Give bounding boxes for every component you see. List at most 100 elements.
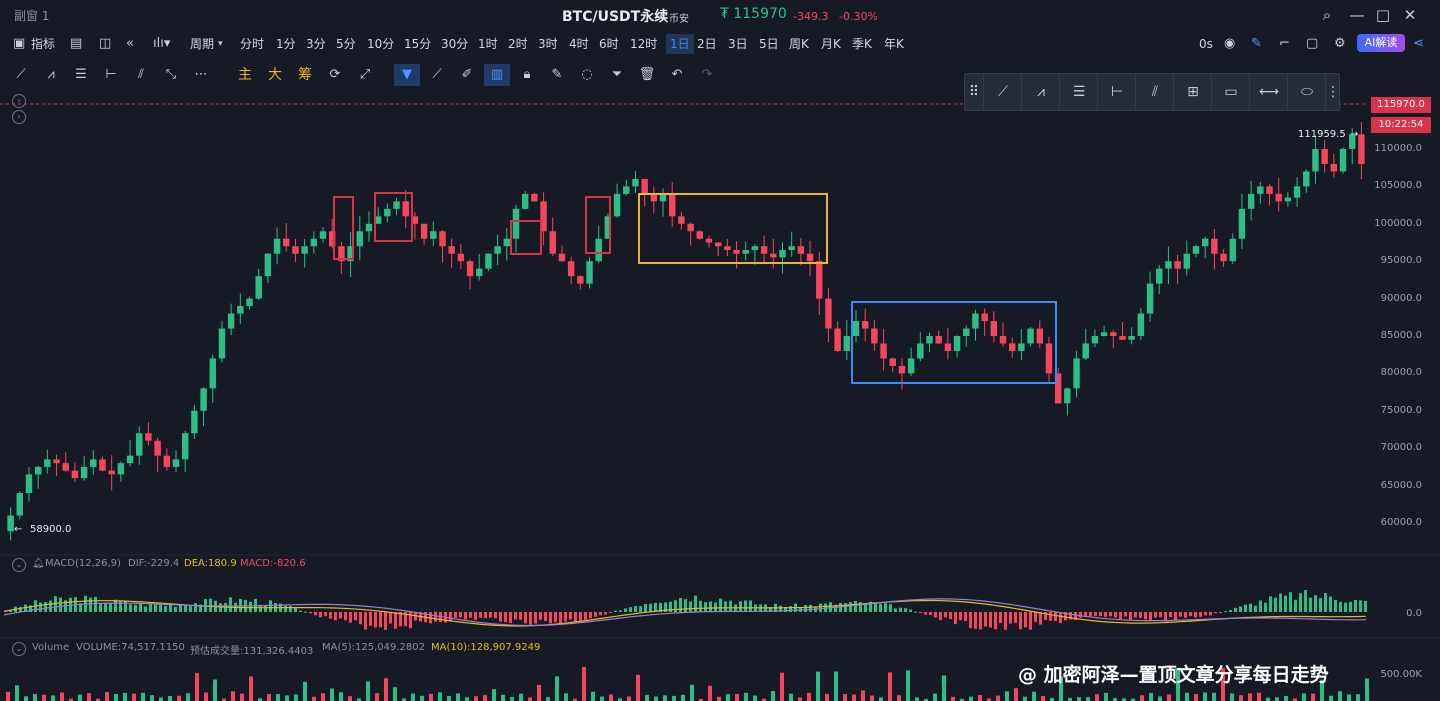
candle-body[interactable] bbox=[25, 474, 33, 494]
candle-body[interactable] bbox=[567, 261, 575, 277]
candle-body[interactable] bbox=[714, 242, 722, 247]
candle-body[interactable] bbox=[1156, 268, 1163, 284]
chevron-right-icon[interactable]: › bbox=[12, 110, 26, 124]
candle-body[interactable] bbox=[1128, 336, 1135, 340]
bell-icon[interactable]: 🔔︎ bbox=[32, 558, 45, 569]
candle-body[interactable] bbox=[1009, 343, 1016, 351]
candle-body[interactable] bbox=[953, 336, 961, 351]
candle-body[interactable] bbox=[1036, 328, 1043, 344]
plus-box-icon[interactable]: ⊞ bbox=[1173, 74, 1212, 110]
candle-body[interactable] bbox=[1220, 253, 1227, 262]
candle-body[interactable] bbox=[1257, 186, 1264, 194]
candle-body[interactable] bbox=[439, 231, 446, 247]
candle-body[interactable] bbox=[117, 463, 125, 475]
candle-body[interactable] bbox=[613, 193, 621, 217]
candle-body[interactable] bbox=[981, 313, 988, 322]
candle-body[interactable] bbox=[1064, 388, 1071, 404]
channel-icon[interactable]: ⫽ bbox=[1135, 74, 1174, 110]
candle-body[interactable] bbox=[861, 321, 869, 329]
candle-body[interactable] bbox=[963, 328, 970, 336]
candle-body[interactable] bbox=[80, 466, 88, 479]
candle-body[interactable] bbox=[1192, 246, 1200, 254]
candle-body[interactable] bbox=[632, 178, 639, 187]
candle-body[interactable] bbox=[880, 343, 887, 359]
candle-body[interactable] bbox=[751, 246, 759, 250]
wave-icon[interactable]: ⩘ bbox=[1021, 74, 1060, 110]
trendline-icon[interactable]: ⟋ bbox=[983, 74, 1022, 110]
candle-body[interactable] bbox=[558, 253, 566, 262]
candle-body[interactable] bbox=[7, 515, 14, 532]
candle-body[interactable] bbox=[356, 231, 363, 247]
chevron-down-icon[interactable]: ⌄ bbox=[12, 558, 26, 572]
candle-body[interactable] bbox=[521, 193, 529, 209]
candle-body[interactable] bbox=[1275, 193, 1282, 202]
candle-body[interactable] bbox=[898, 365, 906, 374]
range-icon[interactable]: ⟷ bbox=[1249, 74, 1288, 110]
candle-body[interactable] bbox=[503, 238, 511, 247]
candle-body[interactable] bbox=[1303, 171, 1310, 187]
candle-body[interactable] bbox=[1027, 328, 1034, 344]
candle-body[interactable] bbox=[696, 231, 703, 239]
candle-body[interactable] bbox=[90, 459, 97, 467]
candle-body[interactable] bbox=[283, 238, 290, 247]
candle-body[interactable] bbox=[1211, 238, 1218, 254]
candle-body[interactable] bbox=[108, 470, 115, 475]
candle-body[interactable] bbox=[292, 246, 299, 254]
candle-body[interactable] bbox=[99, 459, 106, 471]
candle-body[interactable] bbox=[209, 358, 216, 389]
candle-body[interactable] bbox=[586, 261, 593, 284]
candle-body[interactable] bbox=[200, 388, 207, 411]
candle-body[interactable] bbox=[301, 246, 308, 254]
chevron-down-icon[interactable]: ⌄ bbox=[12, 642, 26, 656]
candle-body[interactable] bbox=[466, 261, 474, 277]
candle-body[interactable] bbox=[1229, 238, 1236, 262]
candle-body[interactable] bbox=[485, 253, 492, 269]
candle-body[interactable] bbox=[273, 238, 281, 254]
candle-body[interactable] bbox=[770, 253, 777, 258]
more-icon[interactable]: ⋮ bbox=[1325, 74, 1340, 110]
candle-body[interactable] bbox=[1330, 163, 1338, 172]
candle-body[interactable] bbox=[834, 328, 841, 351]
candle-body[interactable] bbox=[1110, 332, 1117, 336]
candle-body[interactable] bbox=[678, 216, 685, 224]
candle-body[interactable] bbox=[641, 178, 648, 194]
candle-body[interactable] bbox=[393, 201, 400, 209]
candle-body[interactable] bbox=[825, 298, 832, 329]
candle-body[interactable] bbox=[1091, 336, 1099, 344]
candle-body[interactable] bbox=[62, 463, 69, 471]
candle-body[interactable] bbox=[191, 410, 198, 434]
candle-body[interactable] bbox=[733, 249, 740, 254]
candle-body[interactable] bbox=[365, 223, 373, 232]
candle-body[interactable] bbox=[669, 193, 676, 217]
candle-body[interactable] bbox=[1073, 358, 1080, 389]
candle-body[interactable] bbox=[889, 358, 896, 366]
candle-body[interactable] bbox=[53, 459, 60, 464]
candle-body[interactable] bbox=[181, 433, 189, 460]
candle-body[interactable] bbox=[907, 358, 915, 374]
candle-body[interactable] bbox=[227, 313, 235, 329]
candle-body[interactable] bbox=[430, 231, 437, 239]
candle-body[interactable] bbox=[1266, 186, 1273, 194]
candle-body[interactable] bbox=[623, 186, 630, 194]
candle-body[interactable] bbox=[34, 466, 42, 475]
candle-body[interactable] bbox=[724, 246, 731, 250]
candle-body[interactable] bbox=[71, 470, 79, 479]
candle-body[interactable] bbox=[1018, 343, 1025, 351]
candle-body[interactable] bbox=[218, 328, 226, 359]
chevron-right-icon[interactable]: › bbox=[12, 94, 26, 108]
candle-body[interactable] bbox=[476, 268, 483, 277]
candle-body[interactable] bbox=[420, 223, 428, 239]
candle-body[interactable] bbox=[990, 321, 998, 336]
candle-body[interactable] bbox=[16, 493, 23, 516]
candle-body[interactable] bbox=[264, 253, 272, 277]
candle-body[interactable] bbox=[816, 261, 823, 299]
candle-body[interactable] bbox=[917, 343, 924, 359]
candle-body[interactable] bbox=[843, 336, 851, 351]
candle-body[interactable] bbox=[1201, 238, 1209, 247]
candle-body[interactable] bbox=[806, 253, 814, 262]
candle-body[interactable] bbox=[1119, 336, 1126, 340]
candle-body[interactable] bbox=[797, 246, 805, 254]
candle-body[interactable] bbox=[1165, 261, 1172, 269]
candle-body[interactable] bbox=[448, 246, 455, 254]
candle-body[interactable] bbox=[172, 459, 180, 467]
